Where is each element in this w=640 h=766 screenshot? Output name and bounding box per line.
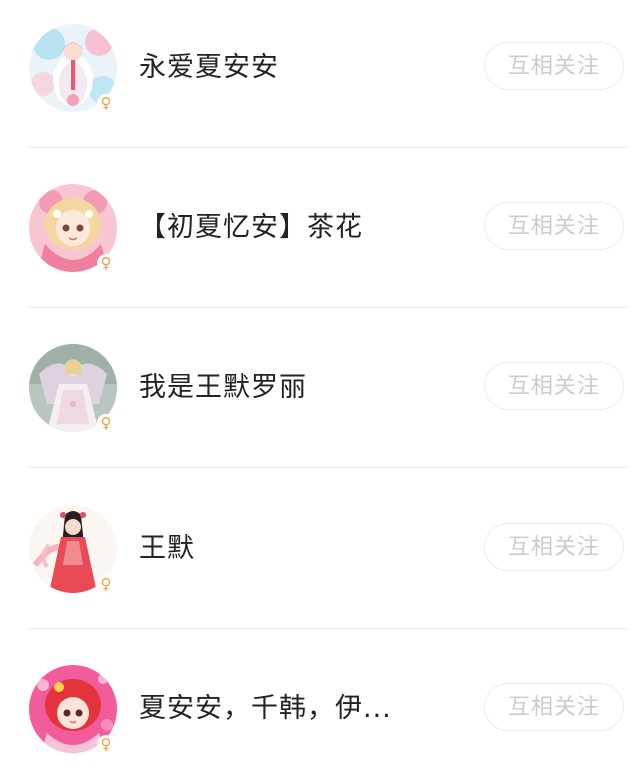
avatar-container[interactable]: ♀ [29,184,117,272]
nickname[interactable]: 我是王默罗丽 [139,368,307,408]
divider [28,467,628,468]
female-icon: ♀ [97,254,115,272]
avatar-container[interactable]: ♀ [29,665,117,753]
nickname[interactable]: 【初夏忆安】茶花 [139,208,363,248]
nickname[interactable]: 永爱夏安安 [139,48,279,88]
mutual-follow-button[interactable]: 互相关注 [484,683,624,731]
avatar-container[interactable]: ♀ [29,505,117,593]
divider [28,147,628,148]
mutual-follow-button[interactable]: 互相关注 [484,362,624,410]
list-item[interactable]: ♀ 永爱夏安安 互相关注 [0,0,640,160]
avatar-container[interactable]: ♀ [29,344,117,432]
nickname[interactable]: 王默 [139,529,195,569]
list-item[interactable]: ♀ 夏安安，千韩，伊... 互相关注 [0,641,640,766]
female-icon: ♀ [97,575,115,593]
female-icon: ♀ [97,414,115,432]
nickname[interactable]: 夏安安，千韩，伊... [139,689,392,729]
avatar-container[interactable]: ♀ [29,24,117,112]
female-icon: ♀ [97,94,115,112]
divider [28,628,628,629]
female-icon: ♀ [97,735,115,753]
mutual-follow-button[interactable]: 互相关注 [484,42,624,90]
divider [28,307,628,308]
mutual-follow-button[interactable]: 互相关注 [484,202,624,250]
mutual-follow-button[interactable]: 互相关注 [484,523,624,571]
list-item[interactable]: ♀ 【初夏忆安】茶花 互相关注 [0,160,640,320]
list-item[interactable]: ♀ 我是王默罗丽 互相关注 [0,320,640,480]
list-item[interactable]: ♀ 王默 互相关注 [0,481,640,641]
follower-list: ♀ 永爱夏安安 互相关注 ♀ 【初夏忆安】茶花 互相关注 ♀ 我是王默罗丽 互相… [0,0,640,766]
